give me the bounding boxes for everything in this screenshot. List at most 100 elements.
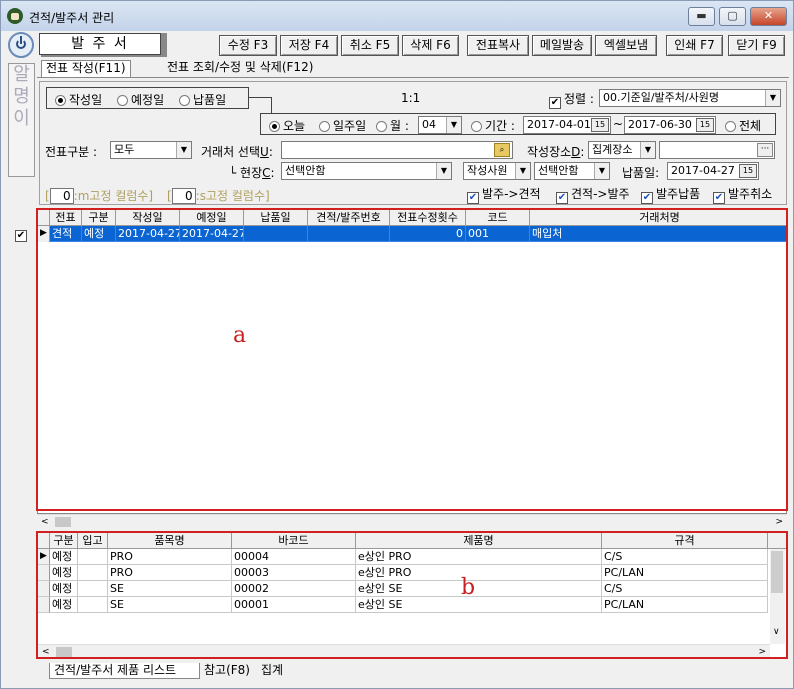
- page-indicator: 1:1: [401, 91, 421, 105]
- more-icon[interactable]: ···: [757, 143, 773, 157]
- close-button[interactable]: ✕: [750, 7, 787, 26]
- highlight-box-a: [36, 208, 788, 511]
- place-detail-input[interactable]: ···: [659, 141, 775, 159]
- radio-all-label: 전체: [739, 119, 762, 133]
- radio-scheduled-dot: [117, 95, 128, 106]
- delete-button[interactable]: 삭제 F6: [402, 35, 459, 56]
- slip-type-select[interactable]: 모두 ▼: [110, 141, 192, 159]
- range-end-value: 2017-06-30: [628, 118, 692, 131]
- scroll-thumb[interactable]: [55, 517, 71, 527]
- tab-product-list[interactable]: 견적/발주서 제품 리스트: [49, 663, 200, 679]
- radio-week[interactable]: 일주일: [319, 117, 366, 134]
- chevron-down-icon: ▼: [765, 90, 780, 106]
- slip-grid-scrollbar[interactable]: < >: [37, 514, 787, 528]
- print-button[interactable]: 인쇄 F7: [666, 35, 723, 56]
- calendar-icon[interactable]: 15: [696, 118, 714, 132]
- tab-reference[interactable]: 참고(F8): [202, 663, 250, 679]
- radio-created[interactable]: 작성일: [55, 91, 102, 108]
- radio-delivery[interactable]: 납품일: [179, 91, 226, 108]
- scroll-left-icon[interactable]: <: [41, 515, 49, 529]
- minimize-button[interactable]: ▬: [688, 7, 715, 26]
- check-order-delivery[interactable]: ✔ 발주납품: [641, 185, 700, 204]
- tab-summary[interactable]: 집계: [259, 663, 283, 679]
- side-strip: 알 명 이: [8, 63, 35, 177]
- save-button[interactable]: 저장 F4: [280, 35, 338, 56]
- app-icon: [7, 8, 23, 24]
- sort-toggle[interactable]: ✔ 정렬 :: [549, 90, 594, 109]
- radio-today-dot: [269, 121, 280, 132]
- send-mail-button[interactable]: 메일발송: [532, 35, 592, 56]
- writer-type-value: 작성사원: [467, 164, 508, 177]
- chevron-down-icon: ▼: [176, 142, 191, 158]
- cancel-button[interactable]: 취소 F5: [341, 35, 399, 56]
- site-label: └ 현장C:: [229, 166, 275, 180]
- annotation-b: b: [461, 575, 476, 600]
- sort-checkbox[interactable]: ✔: [549, 97, 561, 109]
- writer-type-select[interactable]: 작성사원 ▼: [463, 162, 531, 180]
- radio-month[interactable]: 월 :: [376, 117, 409, 134]
- power-icon[interactable]: [8, 32, 34, 58]
- month-select[interactable]: 04 ▼: [418, 116, 462, 134]
- tab-search[interactable]: 전표 조회/수정 및 삭제(F12): [163, 60, 317, 77]
- copy-slip-button[interactable]: 전표복사: [467, 35, 529, 56]
- sort-value: 00.기준일/발주처/사원명: [603, 91, 719, 104]
- check-order-cancel[interactable]: ✔ 발주취소: [713, 185, 772, 204]
- radio-range[interactable]: 기간 :: [471, 117, 515, 134]
- side-strip-char: 명: [13, 86, 30, 107]
- slip-type-label: 전표구분 :: [45, 145, 98, 159]
- client-input[interactable]: ⌕: [281, 141, 513, 159]
- s-fixed-columns: [0:s고정 컬럼수]: [167, 188, 270, 204]
- radio-scheduled-label: 예정일: [131, 93, 165, 107]
- sort-select[interactable]: 00.기준일/발주처/사원명 ▼: [599, 89, 781, 107]
- chevron-down-icon: ▼: [436, 163, 451, 179]
- radio-week-label: 일주일: [333, 119, 367, 133]
- check-order-to-quote[interactable]: ✔ 발주->견적: [467, 185, 541, 204]
- date-basis-group: 작성일 예정일 납품일: [46, 87, 249, 109]
- radio-scheduled[interactable]: 예정일: [117, 91, 164, 108]
- radio-month-dot: [376, 121, 387, 132]
- range-end-field[interactable]: 2017-06-30 15: [624, 116, 716, 134]
- writer-select-value: 선택안함: [538, 164, 579, 177]
- checkbox-icon: ✔: [15, 230, 27, 242]
- checkbox-icon: ✔: [641, 192, 653, 204]
- site-value: 선택안함: [285, 164, 326, 177]
- chevron-down-icon: ▼: [594, 163, 609, 179]
- place-select[interactable]: 집계장소 ▼: [588, 141, 656, 159]
- period-group: 오늘 일주일 월 : 04 ▼ 기간 : 2017-04-01 15 ~ 2017-…: [260, 113, 776, 135]
- radio-range-dot: [471, 121, 482, 132]
- radio-delivery-dot: [179, 95, 190, 106]
- main-window: 견적/발주서 관리 ▬ ▢ ✕ 발 주 서 수정 F3 저장 F4 취소 F5 삭제 …: [0, 0, 794, 689]
- radio-delivery-label: 납품일: [193, 93, 227, 107]
- m-fixed-label: :m고정 컬럼수]: [73, 189, 154, 203]
- calendar-icon[interactable]: 15: [739, 164, 757, 178]
- check-quote-to-order[interactable]: ✔ 견적->발주: [556, 185, 630, 204]
- row-check[interactable]: ✔: [15, 225, 30, 242]
- radio-range-label: 기간: [485, 119, 508, 133]
- m-fixed-input[interactable]: 0: [49, 188, 74, 204]
- edit-button[interactable]: 수정 F3: [219, 35, 277, 56]
- chevron-down-icon: ▼: [515, 163, 530, 179]
- connector-line: [248, 97, 272, 98]
- tab-create[interactable]: 전표 작성(F11): [41, 60, 131, 77]
- radio-all[interactable]: 전체: [725, 117, 761, 134]
- calendar-icon[interactable]: 15: [591, 118, 609, 132]
- export-excel-button[interactable]: 엑셀보냄: [595, 35, 657, 56]
- site-select[interactable]: 선택안함 ▼: [281, 162, 452, 180]
- range-start-value: 2017-04-01: [527, 118, 591, 131]
- scroll-right-icon[interactable]: >: [775, 515, 783, 529]
- range-start-field[interactable]: 2017-04-01 15: [523, 116, 611, 134]
- delivery-label: 납품일:: [622, 166, 660, 180]
- radio-created-dot: [55, 95, 66, 106]
- s-fixed-input[interactable]: 0: [171, 188, 196, 204]
- close-window-button[interactable]: 닫기 F9: [728, 35, 785, 56]
- writer-select[interactable]: 선택안함 ▼: [534, 162, 610, 180]
- delivery-date-field[interactable]: 2017-04-27 15: [667, 162, 759, 180]
- tab-underline: [37, 77, 789, 78]
- maximize-button[interactable]: ▢: [719, 7, 746, 26]
- place-label: 작성장소D:: [527, 145, 585, 159]
- side-strip-char: 이: [13, 108, 30, 129]
- radio-today[interactable]: 오늘: [269, 117, 305, 134]
- slip-type-value: 모두: [114, 143, 135, 156]
- folder-search-icon[interactable]: ⌕: [494, 143, 510, 157]
- window-title: 견적/발주서 관리: [29, 11, 115, 25]
